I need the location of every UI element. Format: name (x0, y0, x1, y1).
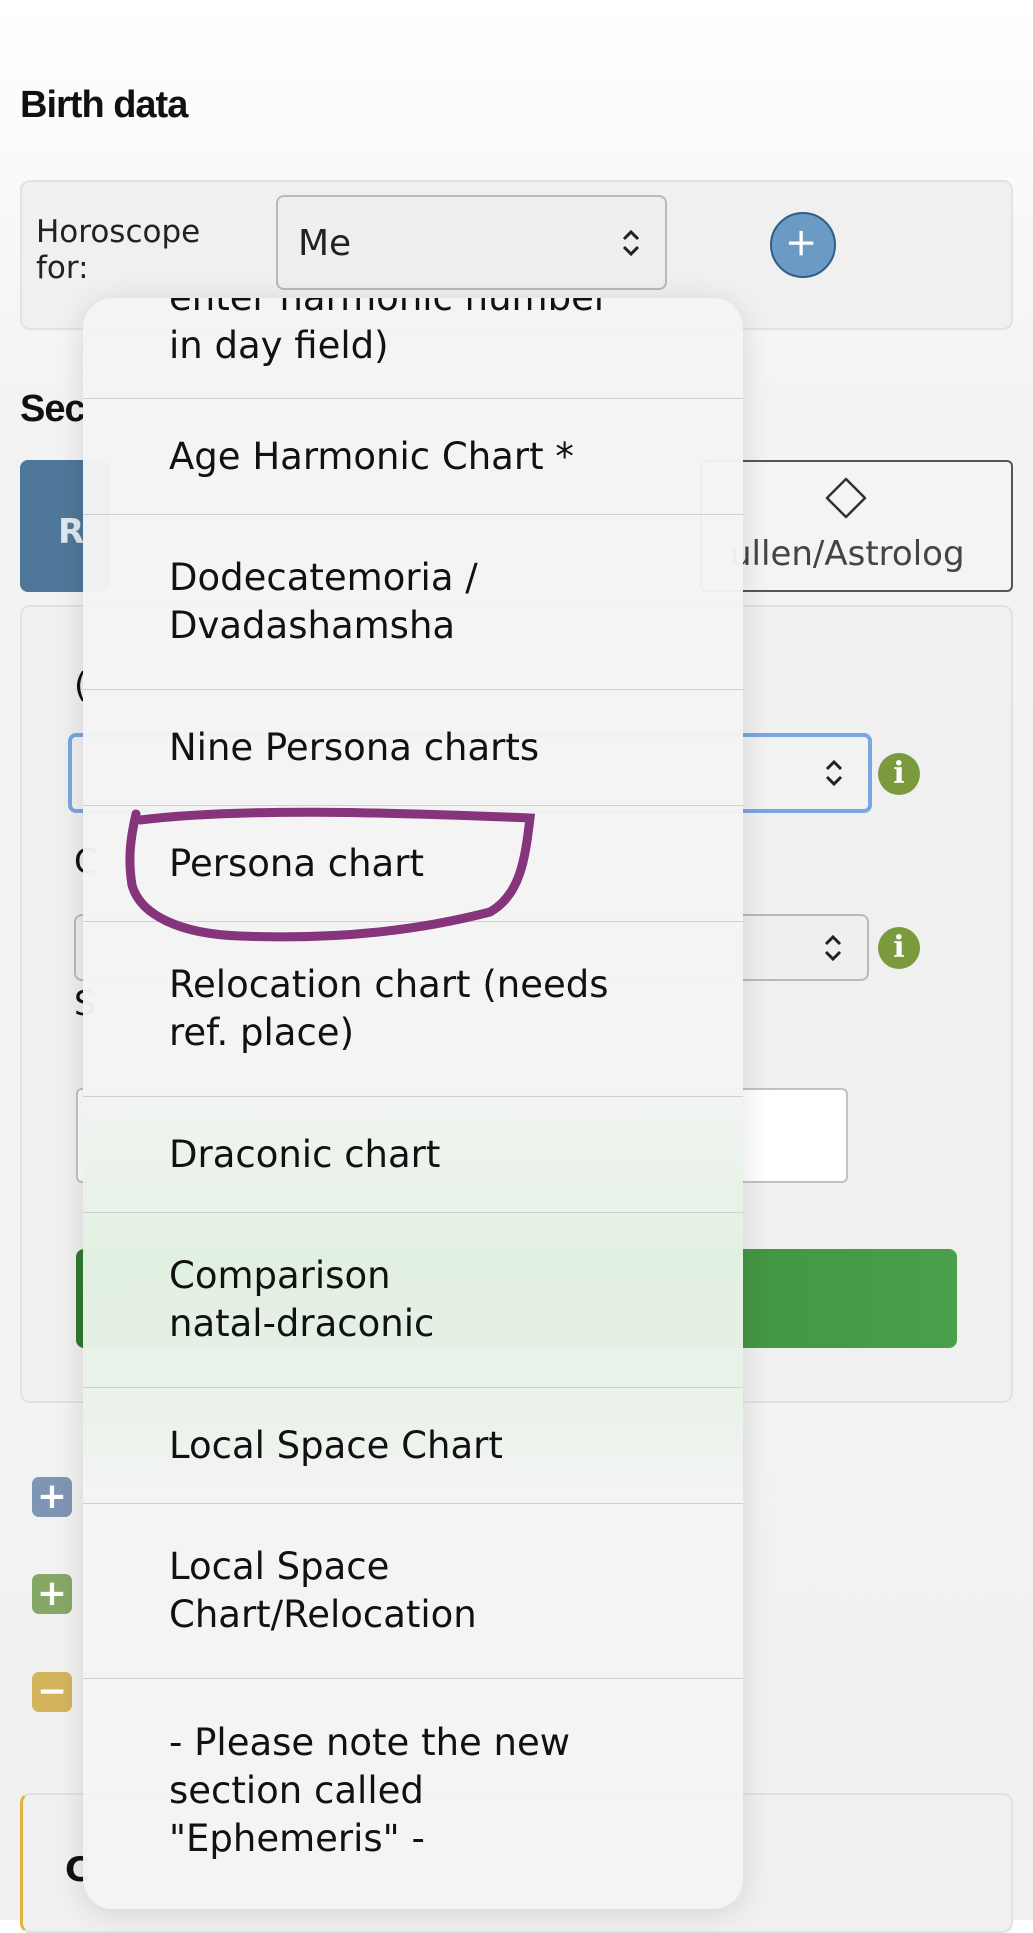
mode-button-left-label: R (58, 512, 85, 552)
horoscope-label: Horoscope for: (36, 214, 201, 286)
dropdown-item-label: Local Space Chart/Relocation (169, 1545, 477, 1636)
chart-type-dropdown[interactable]: enter harmonic number in day field) Age … (83, 298, 743, 1909)
horoscope-select-value: Me (298, 223, 352, 264)
dropdown-item[interactable]: Age Harmonic Chart * (83, 398, 743, 514)
page-title: Birth data (20, 84, 188, 126)
add-horoscope-button[interactable] (770, 212, 836, 278)
info-icon[interactable]: i (878, 927, 920, 969)
dropdown-item-label: - Please note the new section called "Ep… (169, 1721, 571, 1860)
diamond-icon (825, 477, 867, 519)
dropdown-item-label: Relocation chart (needs ref. place) (169, 963, 609, 1054)
annotation-circle (125, 807, 536, 942)
plus-square-icon[interactable]: + (32, 1477, 72, 1517)
chevron-updown-icon (824, 934, 842, 961)
dropdown-item[interactable]: - Please note the new section called "Ep… (83, 1678, 743, 1909)
mode-button-right[interactable]: ullen/Astrolog (700, 460, 1013, 592)
dropdown-item[interactable]: Comparison natal-draconic (83, 1212, 743, 1387)
plus-square-icon[interactable]: + (32, 1574, 72, 1614)
dropdown-item-label: Age Harmonic Chart * (169, 434, 574, 478)
dropdown-item-label: enter harmonic number in day field) (169, 298, 609, 367)
dropdown-item[interactable]: Nine Persona charts (83, 689, 743, 805)
plus-circle-icon (788, 230, 814, 256)
dropdown-item-label: Draconic chart (169, 1132, 441, 1176)
info-icon[interactable]: i (878, 753, 920, 795)
mode-button-right-label: ullen/Astrolog (730, 534, 965, 574)
dropdown-item-label: Comparison natal-draconic (169, 1254, 435, 1345)
section-heading: Sec (20, 388, 86, 430)
dropdown-item-label: Dodecatemoria / Dvadashamsha (169, 556, 478, 647)
dropdown-item[interactable]: Dodecatemoria / Dvadashamsha (83, 514, 743, 689)
dropdown-item[interactable]: Local Space Chart (83, 1387, 743, 1503)
dropdown-item[interactable]: enter harmonic number in day field) (83, 298, 743, 398)
chevron-updown-icon (622, 229, 640, 256)
dropdown-item[interactable]: Draconic chart (83, 1096, 743, 1212)
horoscope-select[interactable]: Me (276, 195, 667, 290)
minus-square-icon[interactable]: − (32, 1672, 72, 1712)
dropdown-item-label: Nine Persona charts (169, 725, 540, 769)
dropdown-item[interactable]: Local Space Chart/Relocation (83, 1503, 743, 1678)
chevron-updown-icon (825, 759, 843, 787)
dropdown-item-label: Local Space Chart (169, 1423, 503, 1467)
